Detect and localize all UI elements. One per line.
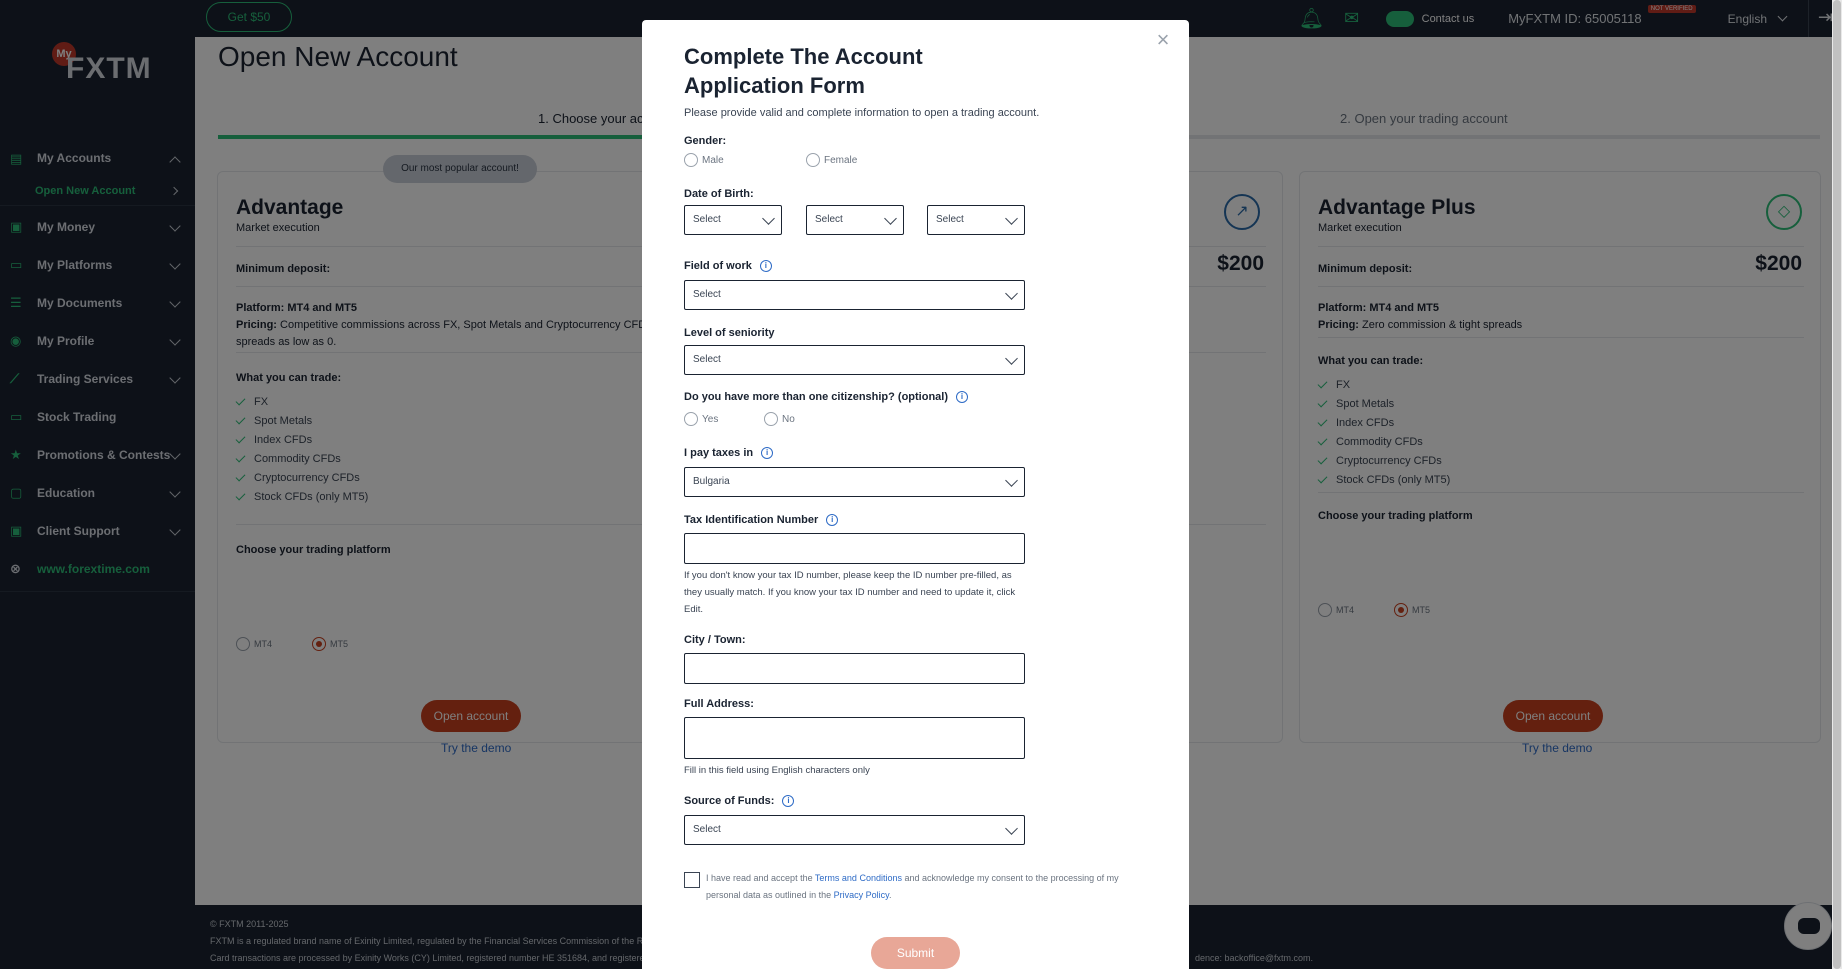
label-text: I pay taxes in — [684, 447, 754, 459]
select-value: Select — [693, 824, 721, 835]
gender-male-option[interactable]: Male — [684, 153, 724, 167]
modal-description: Please provide valid and complete inform… — [684, 107, 1040, 119]
select-value: Select — [693, 214, 721, 225]
address-label: Full Address: — [684, 698, 754, 710]
terms-link[interactable]: Terms and Conditions — [815, 873, 902, 883]
chevron-down-icon — [884, 212, 897, 225]
funds-label: Source of Funds: i — [684, 795, 795, 807]
label-text: Tax Identification Number — [684, 514, 819, 526]
chevron-down-icon — [1005, 474, 1018, 487]
label-text: Field of work — [684, 260, 752, 272]
terms-text-3: . — [888, 890, 892, 900]
no-radio[interactable] — [764, 412, 778, 426]
info-icon[interactable]: i — [759, 260, 772, 272]
chevron-down-icon — [1005, 822, 1018, 835]
terms-consent: I have read and accept the Terms and Con… — [684, 870, 1126, 904]
male-label: Male — [702, 154, 724, 166]
tin-help-text: If you don't know your tax ID number, pl… — [684, 570, 1016, 615]
select-value: Select — [693, 354, 721, 365]
female-radio[interactable] — [806, 153, 820, 167]
citizenship-no-option[interactable]: No — [764, 412, 795, 426]
field-of-work-label: Field of work i — [684, 260, 772, 272]
privacy-link[interactable]: Privacy Policy — [834, 890, 889, 900]
seniority-label: Level of seniority — [684, 327, 775, 339]
terms-checkbox[interactable] — [684, 872, 700, 888]
dob-month-select[interactable]: Select — [806, 205, 904, 235]
chevron-down-icon — [1005, 212, 1018, 225]
city-input[interactable] — [684, 653, 1025, 684]
field-of-work-select[interactable]: Select — [684, 280, 1025, 310]
address-help-text: Fill in this field using English charact… — [684, 765, 870, 776]
no-label: No — [782, 413, 795, 425]
tin-input[interactable] — [684, 533, 1025, 564]
citizenship-label: Do you have more than one citizenship? (… — [684, 391, 969, 403]
submit-button[interactable]: Submit — [871, 937, 960, 969]
source-of-funds-select[interactable]: Select — [684, 815, 1025, 845]
info-icon[interactable]: i — [761, 447, 774, 459]
terms-text-1: I have read and accept the — [706, 873, 813, 883]
page-scrollbar[interactable] — [1832, 0, 1842, 969]
citizenship-yes-option[interactable]: Yes — [684, 412, 718, 426]
yes-label: Yes — [702, 413, 719, 425]
select-value: Select — [693, 289, 721, 300]
close-icon[interactable]: × — [1153, 29, 1173, 51]
app-root: My FXTM ▤ My Accounts Open New Account ▣… — [0, 0, 1842, 969]
seniority-select[interactable]: Select — [684, 345, 1025, 375]
city-label: City / Town: — [684, 634, 746, 646]
chevron-down-icon — [762, 212, 775, 225]
info-icon[interactable]: i — [826, 514, 839, 526]
modal-title: Complete The Account Application Form — [684, 44, 923, 98]
dob-year-select[interactable]: Select — [927, 205, 1025, 235]
gender-female-option[interactable]: Female — [806, 153, 857, 167]
female-label: Female — [824, 154, 858, 166]
select-value: Select — [936, 214, 964, 225]
taxes-label: I pay taxes in i — [684, 447, 774, 459]
select-value: Select — [815, 214, 843, 225]
select-value: Bulgaria — [693, 476, 730, 487]
tax-country-select[interactable]: Bulgaria — [684, 467, 1025, 497]
yes-radio[interactable] — [684, 412, 698, 426]
tin-label: Tax Identification Number i — [684, 514, 839, 526]
gender-label: Gender: — [684, 135, 727, 147]
terms-text: I have read and accept the Terms and Con… — [706, 870, 1126, 904]
dob-day-select[interactable]: Select — [684, 205, 782, 235]
chevron-down-icon — [1005, 287, 1018, 300]
label-text: Source of Funds: — [684, 795, 775, 807]
address-input[interactable] — [684, 717, 1025, 759]
scrollbar-thumb[interactable] — [1833, 0, 1841, 969]
info-icon[interactable]: i — [782, 795, 795, 807]
application-form-modal: × Complete The Account Application Form … — [642, 20, 1189, 969]
label-text: Do you have more than one citizenship? (… — [684, 391, 949, 403]
dob-label: Date of Birth: — [684, 188, 754, 200]
chevron-down-icon — [1005, 352, 1018, 365]
info-icon[interactable]: i — [956, 391, 969, 403]
male-radio[interactable] — [684, 153, 698, 167]
